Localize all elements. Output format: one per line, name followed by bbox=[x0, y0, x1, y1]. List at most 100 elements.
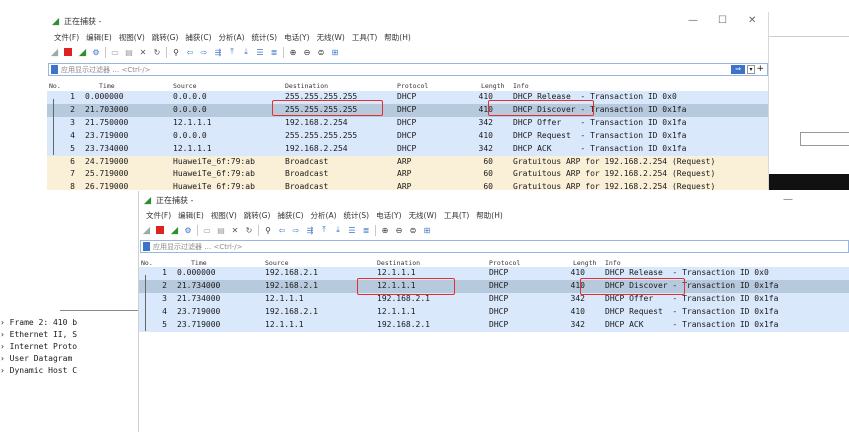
col-destination[interactable]: Destination bbox=[285, 82, 328, 90]
menu-edit[interactable]: 编辑(E) bbox=[178, 210, 204, 221]
menu-go[interactable]: 跳转(G) bbox=[152, 32, 179, 43]
col-source[interactable]: Source bbox=[265, 259, 288, 267]
col-source[interactable]: Source bbox=[173, 82, 196, 90]
menu-view[interactable]: 视图(V) bbox=[211, 210, 237, 221]
bookmark-icon[interactable] bbox=[143, 242, 150, 251]
menu-analyze[interactable]: 分析(A) bbox=[311, 210, 337, 221]
packet-row[interactable]: 3 21.750000 12.1.1.1 192.168.2.254 DHCP 342 DH… bbox=[47, 116, 768, 130]
col-destination[interactable]: Destination bbox=[377, 259, 420, 267]
packet-row[interactable]: 7 25.719000 HuaweiTe_6f:79:ab Broadcast ARP 6… bbox=[47, 168, 768, 182]
menu-view[interactable]: 视图(V) bbox=[119, 32, 145, 43]
col-time[interactable]: Time bbox=[191, 259, 207, 267]
reload-icon[interactable]: ↻ bbox=[152, 47, 162, 57]
menu-edit[interactable]: 编辑(E) bbox=[86, 32, 112, 43]
col-info[interactable]: Info bbox=[605, 259, 621, 267]
packet-row[interactable]: 4 23.719000 192.168.2.1 12.1.1.1 DHCP 410 DHCP… bbox=[139, 305, 849, 319]
menu-wireless[interactable]: 无线(W) bbox=[317, 32, 345, 43]
zoom-in-icon[interactable]: ⊕ bbox=[288, 47, 298, 57]
resize-columns-icon[interactable]: ⊞ bbox=[422, 225, 432, 235]
packet-row[interactable]: 2 21.734000 192.168.2.1 12.1.1.1 DHCP 410 DHCP… bbox=[139, 279, 849, 293]
first-packet-icon[interactable]: ⤒ bbox=[319, 225, 329, 235]
details-item[interactable]: › Internet Proto bbox=[0, 342, 140, 354]
menu-capture[interactable]: 捕获(C) bbox=[277, 210, 303, 221]
packet-row[interactable]: 1 0.000000 0.0.0.0 255.255.255.255 DHCP 410 DH… bbox=[47, 91, 768, 104]
apply-filter-icon[interactable]: ⇒ bbox=[731, 65, 745, 74]
close-file-icon[interactable]: ✕ bbox=[230, 225, 240, 235]
display-filter-input[interactable]: 应用显示过滤器 … <Ctrl-/> bbox=[140, 240, 849, 253]
open-file-icon[interactable]: ▭ bbox=[110, 47, 120, 57]
packet-row[interactable]: 5 23.719000 12.1.1.1 192.168.2.1 DHCP 342 DHCP… bbox=[139, 318, 849, 332]
capture-options-icon[interactable]: ⚙ bbox=[91, 47, 101, 57]
menu-file[interactable]: 文件(F) bbox=[54, 32, 79, 43]
colorize-icon[interactable]: ≣ bbox=[269, 47, 279, 57]
col-time[interactable]: Time bbox=[99, 82, 115, 90]
maximize-icon[interactable]: ☐ bbox=[718, 15, 727, 26]
stop-capture-icon[interactable] bbox=[155, 225, 165, 235]
close-icon[interactable]: ✕ bbox=[748, 15, 756, 26]
menu-tools[interactable]: 工具(T) bbox=[352, 32, 377, 43]
zoom-reset-icon[interactable]: ⊜ bbox=[316, 47, 326, 57]
stop-capture-icon[interactable] bbox=[63, 47, 73, 57]
go-to-packet-icon[interactable]: ⇶ bbox=[213, 47, 223, 57]
go-forward-icon[interactable]: ⇨ bbox=[291, 225, 301, 235]
minimize-icon[interactable]: — bbox=[688, 15, 698, 26]
packet-row[interactable]: 3 21.734000 12.1.1.1 192.168.2.1 DHCP 342 DHCP… bbox=[139, 292, 849, 306]
menu-capture[interactable]: 捕获(C) bbox=[185, 32, 211, 43]
packet-row[interactable]: 5 23.734000 12.1.1.1 192.168.2.254 DHCP 342 DH… bbox=[47, 142, 768, 156]
close-file-icon[interactable]: ✕ bbox=[138, 47, 148, 57]
menu-statistics[interactable]: 统计(S) bbox=[252, 32, 278, 43]
go-back-icon[interactable]: ⇦ bbox=[277, 225, 287, 235]
zoom-out-icon[interactable]: ⊖ bbox=[394, 225, 404, 235]
pane-splitter[interactable] bbox=[60, 310, 138, 311]
go-to-packet-icon[interactable]: ⇶ bbox=[305, 225, 315, 235]
start-capture-icon[interactable] bbox=[49, 47, 59, 57]
packet-row[interactable]: 4 23.719000 0.0.0.0 255.255.255.255 DHCP 410 D… bbox=[47, 129, 768, 143]
last-packet-icon[interactable]: ⤓ bbox=[241, 47, 251, 57]
autoscroll-icon[interactable]: ☰ bbox=[255, 47, 265, 57]
colorize-icon[interactable]: ≣ bbox=[361, 225, 371, 235]
zoom-reset-icon[interactable]: ⊜ bbox=[408, 225, 418, 235]
menu-wireless[interactable]: 无线(W) bbox=[409, 210, 437, 221]
capture-options-icon[interactable]: ⚙ bbox=[183, 225, 193, 235]
menu-statistics[interactable]: 统计(S) bbox=[344, 210, 370, 221]
open-file-icon[interactable]: ▭ bbox=[202, 225, 212, 235]
details-item[interactable]: › Dynamic Host C bbox=[0, 366, 140, 378]
details-item[interactable]: › Frame 2: 410 b bbox=[0, 318, 140, 330]
first-packet-icon[interactable]: ⤒ bbox=[227, 47, 237, 57]
find-packet-icon[interactable]: ⚲ bbox=[263, 225, 273, 235]
packet-row[interactable]: 1 0.000000 192.168.2.1 12.1.1.1 DHCP 410 DHCP … bbox=[139, 267, 849, 280]
menu-file[interactable]: 文件(F) bbox=[146, 210, 171, 221]
zoom-out-icon[interactable]: ⊖ bbox=[302, 47, 312, 57]
reload-icon[interactable]: ↻ bbox=[244, 225, 254, 235]
minimize-icon[interactable]: — bbox=[783, 194, 793, 205]
add-filter-icon[interactable]: + bbox=[756, 64, 764, 74]
col-length[interactable]: Length bbox=[573, 259, 596, 267]
col-info[interactable]: Info bbox=[513, 82, 529, 90]
col-no[interactable]: No. bbox=[141, 259, 153, 267]
details-item[interactable]: › User Datagram bbox=[0, 354, 140, 366]
packet-row[interactable]: 2 21.703000 0.0.0.0 255.255.255.255 DHCP 410 D… bbox=[47, 103, 768, 117]
restart-capture-icon[interactable] bbox=[169, 225, 179, 235]
menu-help[interactable]: 帮助(H) bbox=[384, 32, 411, 43]
menu-telephony[interactable]: 电话(Y) bbox=[376, 210, 401, 221]
packet-row[interactable]: 6 24.719000 HuaweiTe_6f:79:ab Broadcast ARP 6… bbox=[47, 155, 768, 169]
menu-analyze[interactable]: 分析(A) bbox=[219, 32, 245, 43]
col-protocol[interactable]: Protocol bbox=[397, 82, 428, 90]
go-forward-icon[interactable]: ⇨ bbox=[199, 47, 209, 57]
details-item[interactable]: › Ethernet II, S bbox=[0, 330, 140, 342]
last-packet-icon[interactable]: ⤓ bbox=[333, 225, 343, 235]
zoom-in-icon[interactable]: ⊕ bbox=[380, 225, 390, 235]
col-protocol[interactable]: Protocol bbox=[489, 259, 520, 267]
go-back-icon[interactable]: ⇦ bbox=[185, 47, 195, 57]
menu-telephony[interactable]: 电话(Y) bbox=[284, 32, 309, 43]
save-file-icon[interactable]: ▤ bbox=[124, 47, 134, 57]
autoscroll-icon[interactable]: ☰ bbox=[347, 225, 357, 235]
resize-columns-icon[interactable]: ⊞ bbox=[330, 47, 340, 57]
menu-help[interactable]: 帮助(H) bbox=[476, 210, 503, 221]
filter-dropdown-icon[interactable]: ▾ bbox=[747, 65, 755, 74]
start-capture-icon[interactable] bbox=[141, 225, 151, 235]
col-no[interactable]: No. bbox=[49, 82, 61, 90]
display-filter-input[interactable]: 应用显示过滤器 … <Ctrl-/> ⇒ ▾ + bbox=[48, 63, 768, 76]
col-length[interactable]: Length bbox=[481, 82, 504, 90]
packet-row[interactable]: 8 26.719000 HuaweiTe_6f:79:ab Broadcast ARP 6… bbox=[47, 181, 768, 190]
